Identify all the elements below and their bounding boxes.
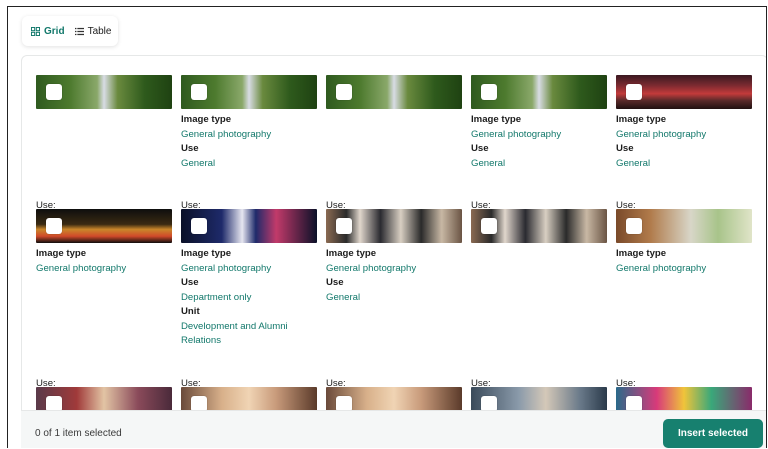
select-checkbox[interactable] bbox=[336, 218, 352, 234]
media-card[interactable]: Use: Image type General photography bbox=[36, 200, 172, 276]
select-checkbox[interactable] bbox=[191, 84, 207, 100]
unit-label: Unit bbox=[181, 306, 200, 317]
use-value: General bbox=[181, 157, 216, 169]
selection-count: 0 of 1 item selected bbox=[35, 428, 122, 439]
media-card[interactable]: Use: Image type General photography bbox=[616, 200, 752, 276]
media-meta bbox=[326, 109, 462, 113]
use-value: General bbox=[616, 157, 651, 169]
image-type-label: Image type bbox=[36, 248, 87, 259]
table-view-label: Table bbox=[87, 25, 112, 37]
select-checkbox[interactable] bbox=[626, 218, 642, 234]
media-meta: Image type General photography bbox=[36, 243, 172, 276]
image-type-label: Image type bbox=[326, 248, 377, 259]
use-label: Use bbox=[181, 277, 199, 288]
media-card[interactable]: Image type General photography Use General bbox=[616, 75, 752, 171]
use-label: Use bbox=[471, 143, 489, 154]
media-thumbnail[interactable] bbox=[181, 75, 317, 109]
view-toggle: Grid Table bbox=[22, 16, 118, 46]
image-type-label: Image type bbox=[471, 114, 522, 125]
media-thumbnail[interactable] bbox=[471, 75, 607, 109]
media-card[interactable]: Use: bbox=[471, 200, 607, 247]
image-type-value: General photography bbox=[326, 262, 417, 274]
media-card[interactable]: Use: Image type General photography Use Gene… bbox=[326, 200, 462, 305]
select-checkbox[interactable] bbox=[481, 84, 497, 100]
media-card[interactable] bbox=[36, 75, 172, 113]
media-thumbnail[interactable] bbox=[181, 209, 317, 243]
list-icon bbox=[74, 27, 84, 35]
media-meta: Image type General photography Use General bbox=[181, 109, 317, 171]
unit-value: Development and Alumni Relations bbox=[181, 320, 288, 347]
media-thumbnail[interactable] bbox=[36, 75, 172, 109]
media-meta: Image type General photography Use Departme… bbox=[181, 243, 317, 349]
media-card[interactable]: Use: Image type General photography Use Depa… bbox=[181, 200, 317, 349]
image-type-value: General photography bbox=[471, 128, 562, 140]
media-meta bbox=[36, 109, 172, 113]
media-thumbnail[interactable] bbox=[616, 75, 752, 109]
media-meta: Image type General photography Use General bbox=[616, 109, 752, 171]
select-checkbox[interactable] bbox=[191, 218, 207, 234]
use-value: General bbox=[471, 157, 506, 169]
image-type-value: General photography bbox=[181, 262, 272, 274]
image-type-label: Image type bbox=[181, 114, 232, 125]
media-thumbnail[interactable] bbox=[36, 209, 172, 243]
grid-view-label: Grid bbox=[44, 25, 65, 37]
media-card[interactable]: Image type General photography Use General bbox=[181, 75, 317, 171]
grid-icon bbox=[31, 26, 40, 36]
select-checkbox[interactable] bbox=[481, 218, 497, 234]
use-value: Department only bbox=[181, 291, 252, 303]
media-meta bbox=[471, 243, 607, 247]
use-label: Use bbox=[616, 143, 634, 154]
media-thumbnail[interactable] bbox=[326, 209, 462, 243]
select-checkbox[interactable] bbox=[336, 84, 352, 100]
media-meta: Image type General photography Use General bbox=[326, 243, 462, 305]
media-thumbnail[interactable] bbox=[471, 209, 607, 243]
media-grid-panel[interactable]: Image type General photography Use General I… bbox=[21, 55, 766, 448]
image-type-label: Image type bbox=[181, 248, 232, 259]
image-type-value: General photography bbox=[181, 128, 272, 140]
media-meta: Image type General photography Use General bbox=[471, 109, 607, 171]
image-type-label: Image type bbox=[616, 114, 667, 125]
media-thumbnail[interactable] bbox=[616, 209, 752, 243]
image-type-value: General photography bbox=[616, 262, 707, 274]
media-thumbnail[interactable] bbox=[326, 75, 462, 109]
media-card[interactable]: Image type General photography Use General bbox=[471, 75, 607, 171]
image-type-value: General photography bbox=[616, 128, 707, 140]
select-checkbox[interactable] bbox=[46, 84, 62, 100]
insert-selected-button[interactable]: Insert selected bbox=[663, 419, 763, 448]
media-meta: Image type General photography bbox=[616, 243, 752, 276]
select-checkbox[interactable] bbox=[626, 84, 642, 100]
media-card[interactable] bbox=[326, 75, 462, 113]
app-frame: Grid Table Image type General photography… bbox=[7, 6, 767, 448]
image-type-value: General photography bbox=[36, 262, 127, 274]
media-grid: Image type General photography Use General I… bbox=[36, 75, 766, 448]
use-label: Use bbox=[326, 277, 344, 288]
use-label: Use bbox=[181, 143, 199, 154]
select-checkbox[interactable] bbox=[46, 218, 62, 234]
selection-footer: 0 of 1 item selected Insert selected bbox=[21, 410, 766, 448]
image-type-label: Image type bbox=[616, 248, 667, 259]
table-view-button[interactable]: Table bbox=[74, 25, 112, 37]
grid-view-button[interactable]: Grid bbox=[31, 26, 65, 37]
use-value: General bbox=[326, 291, 361, 303]
